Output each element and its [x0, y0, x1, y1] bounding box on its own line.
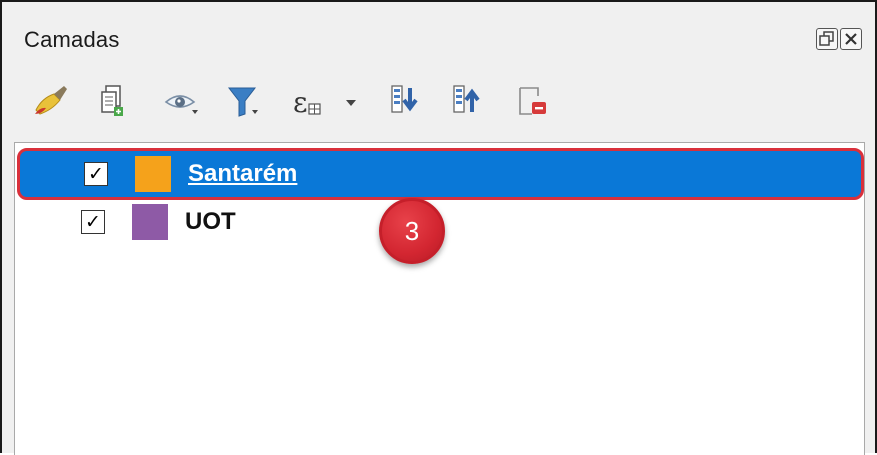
expand-all-icon[interactable]	[386, 80, 426, 126]
layer-visibility-checkbox[interactable]: ✓	[84, 162, 108, 186]
panel-title: Camadas	[24, 27, 120, 52]
layers-toolbar: ε	[2, 80, 877, 130]
chevron-down-icon[interactable]	[342, 80, 362, 126]
epsilon-icon[interactable]: ε	[289, 80, 329, 126]
remove-layer-icon[interactable]	[514, 80, 554, 126]
step-badge: 3	[379, 198, 445, 264]
layers-panel: Camadas ε ✓ Santarém ✓ UOT 3	[0, 0, 877, 455]
layer-name: Santarém	[188, 160, 298, 187]
paintbrush-icon[interactable]	[30, 80, 70, 126]
add-group-icon[interactable]	[94, 80, 134, 126]
layer-visibility-checkbox[interactable]: ✓	[81, 210, 105, 234]
float-panel-icon[interactable]	[816, 28, 838, 50]
checkmark-icon: ✓	[85, 211, 101, 233]
svg-text:ε: ε	[293, 86, 308, 119]
layer-color-swatch	[135, 156, 171, 192]
layer-color-swatch	[132, 204, 168, 240]
checkmark-icon: ✓	[88, 163, 104, 185]
eye-icon[interactable]	[162, 80, 202, 126]
layer-name: UOT	[185, 208, 236, 235]
close-panel-icon[interactable]	[840, 28, 862, 50]
layer-tree: ✓ Santarém ✓ UOT	[14, 142, 865, 455]
funnel-icon[interactable]	[224, 80, 264, 126]
layer-row-santarem[interactable]: ✓ Santarém	[17, 148, 864, 200]
collapse-all-icon[interactable]	[448, 80, 488, 126]
